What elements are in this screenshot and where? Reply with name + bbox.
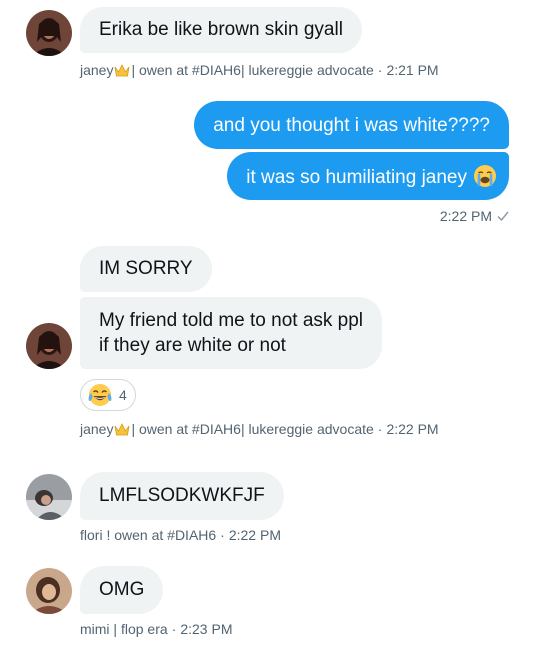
message-text: IM SORRY xyxy=(99,258,193,279)
message-meta: mimi | flop era · 2:23 PM xyxy=(80,620,232,638)
sender-display-name: | owen at #DIAH6| lukereggie advocate xyxy=(131,421,374,437)
avatar-mimi[interactable] xyxy=(26,568,72,614)
message-text: LMFLSODKWKFJF xyxy=(99,485,265,506)
separator-dot: · xyxy=(220,527,225,543)
message-text-line: if they are white or not xyxy=(99,335,286,356)
timestamp: 2:22 PM xyxy=(439,208,492,224)
message-meta: janey | owen at #DIAH6| lukereggie advoca… xyxy=(80,420,439,438)
crown-emoji-icon xyxy=(115,423,130,436)
separator-dot: · xyxy=(377,62,383,78)
avatar-janey-1[interactable] xyxy=(26,10,72,56)
avatar-flori[interactable] xyxy=(26,474,72,520)
avatar-janey-2[interactable] xyxy=(26,323,72,369)
message-text-line: My friend told me to not ask ppl xyxy=(99,310,364,331)
message-bubble-incoming[interactable]: Erika be like brown skin gyall xyxy=(80,7,362,53)
crown-emoji-icon xyxy=(115,64,130,77)
message-meta: janey | owen at #DIAH6| lukereggie advoca… xyxy=(80,61,439,79)
tears-of-joy-emoji-icon xyxy=(88,384,112,406)
loudly-crying-emoji-icon xyxy=(474,165,496,187)
sender-name[interactable]: janey xyxy=(80,421,113,437)
message-bubble-incoming[interactable]: My friend told me to not ask ppl if they… xyxy=(80,297,383,369)
reaction-count: 4 xyxy=(119,387,127,403)
message-meta: flori ! owen at #DIAH6 · 2:22 PM xyxy=(80,526,281,544)
message-text: OMG xyxy=(99,579,145,600)
sender-display-name: | owen at #DIAH6| lukereggie advocate xyxy=(131,62,374,78)
sent-check-icon xyxy=(497,211,509,221)
sender-name[interactable]: janey xyxy=(80,62,113,78)
message-bubble-outgoing[interactable]: and you thought i was white???? xyxy=(194,101,509,149)
message-bubble-incoming[interactable]: IM SORRY xyxy=(80,246,212,292)
message-bubble-outgoing[interactable]: it was so humiliating janey xyxy=(227,152,509,200)
timestamp: 2:23 PM xyxy=(180,621,233,637)
timestamp: 2:22 PM xyxy=(228,527,281,543)
message-meta: 2:22 PM xyxy=(440,207,509,225)
sender-name[interactable]: mimi | flop era xyxy=(80,621,168,637)
reaction-badge[interactable]: 4 xyxy=(80,379,136,411)
timestamp: 2:22 PM xyxy=(386,421,439,437)
separator-dot: · xyxy=(171,621,177,637)
message-bubble-incoming[interactable]: OMG xyxy=(80,566,164,614)
message-text: it was so humiliating janey xyxy=(246,167,467,188)
timestamp: 2:21 PM xyxy=(386,62,439,78)
message-bubble-incoming[interactable]: LMFLSODKWKFJF xyxy=(80,472,284,520)
message-text: Erika be like brown skin gyall xyxy=(99,19,343,40)
separator-dot: · xyxy=(377,421,383,437)
message-text: and you thought i was white???? xyxy=(213,115,490,136)
sender-name[interactable]: flori ! owen at #DIAH6 xyxy=(80,527,216,543)
